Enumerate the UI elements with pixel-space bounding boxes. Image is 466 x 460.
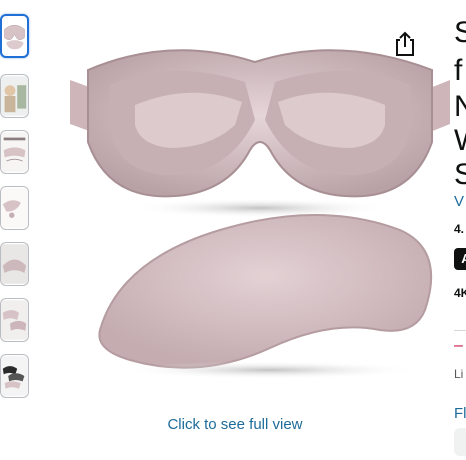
list-price-label: Li [454,367,464,381]
thumbnail-7[interactable] [0,354,29,398]
product-title-line-2: f [454,54,463,87]
thumbnail-6[interactable] [0,298,29,342]
product-info-panel: S f N W S V 4. A 4K – Li Fl [454,0,466,460]
comparison-image-icon [1,132,28,172]
main-product-image[interactable] [70,30,450,390]
thumbnail-3[interactable] [0,130,29,174]
store-link[interactable]: V [454,193,464,210]
product-title-line-3: N [454,90,466,123]
thumbnail-1[interactable] [0,14,29,58]
share-button[interactable] [392,30,418,58]
choice-badge: A [454,248,466,270]
thumbnail-2[interactable] [0,74,29,118]
sleep-mask-image [70,49,450,379]
rating-value[interactable]: 4. [454,222,464,236]
divider [454,330,466,331]
option-box[interactable] [454,428,466,456]
mask-colors-icon [1,356,28,396]
bought-count: 4K [454,286,466,300]
product-title-line-1: S [454,16,466,49]
more-options-link[interactable]: Fl [454,405,466,422]
person-image-icon [1,76,28,116]
mask-image-icon [4,24,25,50]
product-title-line-5: S [454,158,466,191]
mask-detail-icon [1,188,28,228]
price-discount: – [454,337,463,354]
share-icon [396,31,414,56]
full-view-link[interactable]: Click to see full view [120,416,350,433]
thumbnail-5[interactable] [0,242,29,286]
thumbnail-4[interactable] [0,186,29,230]
mask-side-icon [1,244,28,284]
product-title-line-4: W [454,126,466,156]
mask-multi-icon [1,300,28,340]
